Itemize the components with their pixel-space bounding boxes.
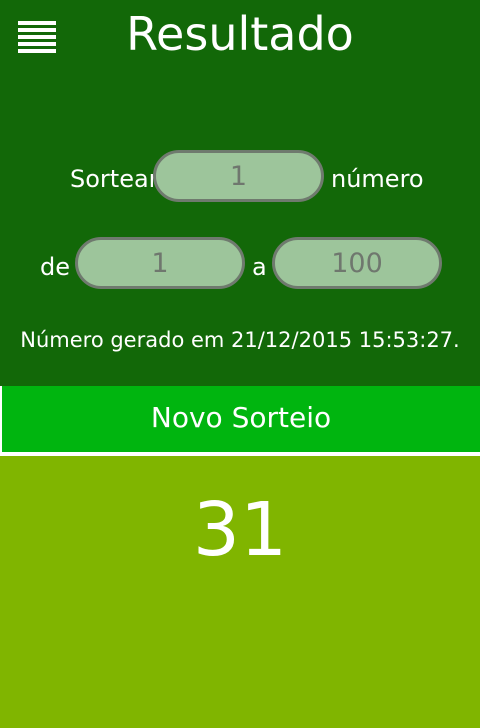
max-input[interactable] — [272, 237, 442, 289]
count-input[interactable] — [153, 150, 324, 202]
a-label: a — [252, 253, 267, 281]
page-title: Resultado — [126, 7, 354, 61]
numero-label: número — [331, 165, 424, 193]
de-label: de — [40, 253, 70, 281]
new-draw-button[interactable]: Novo Sorteio — [2, 386, 480, 452]
sortear-label: Sortear — [70, 165, 159, 193]
generated-timestamp: Número gerado em 21/12/2015 15:53:27. — [20, 328, 460, 352]
result-number: 31 — [192, 487, 288, 573]
min-input[interactable] — [75, 237, 245, 289]
